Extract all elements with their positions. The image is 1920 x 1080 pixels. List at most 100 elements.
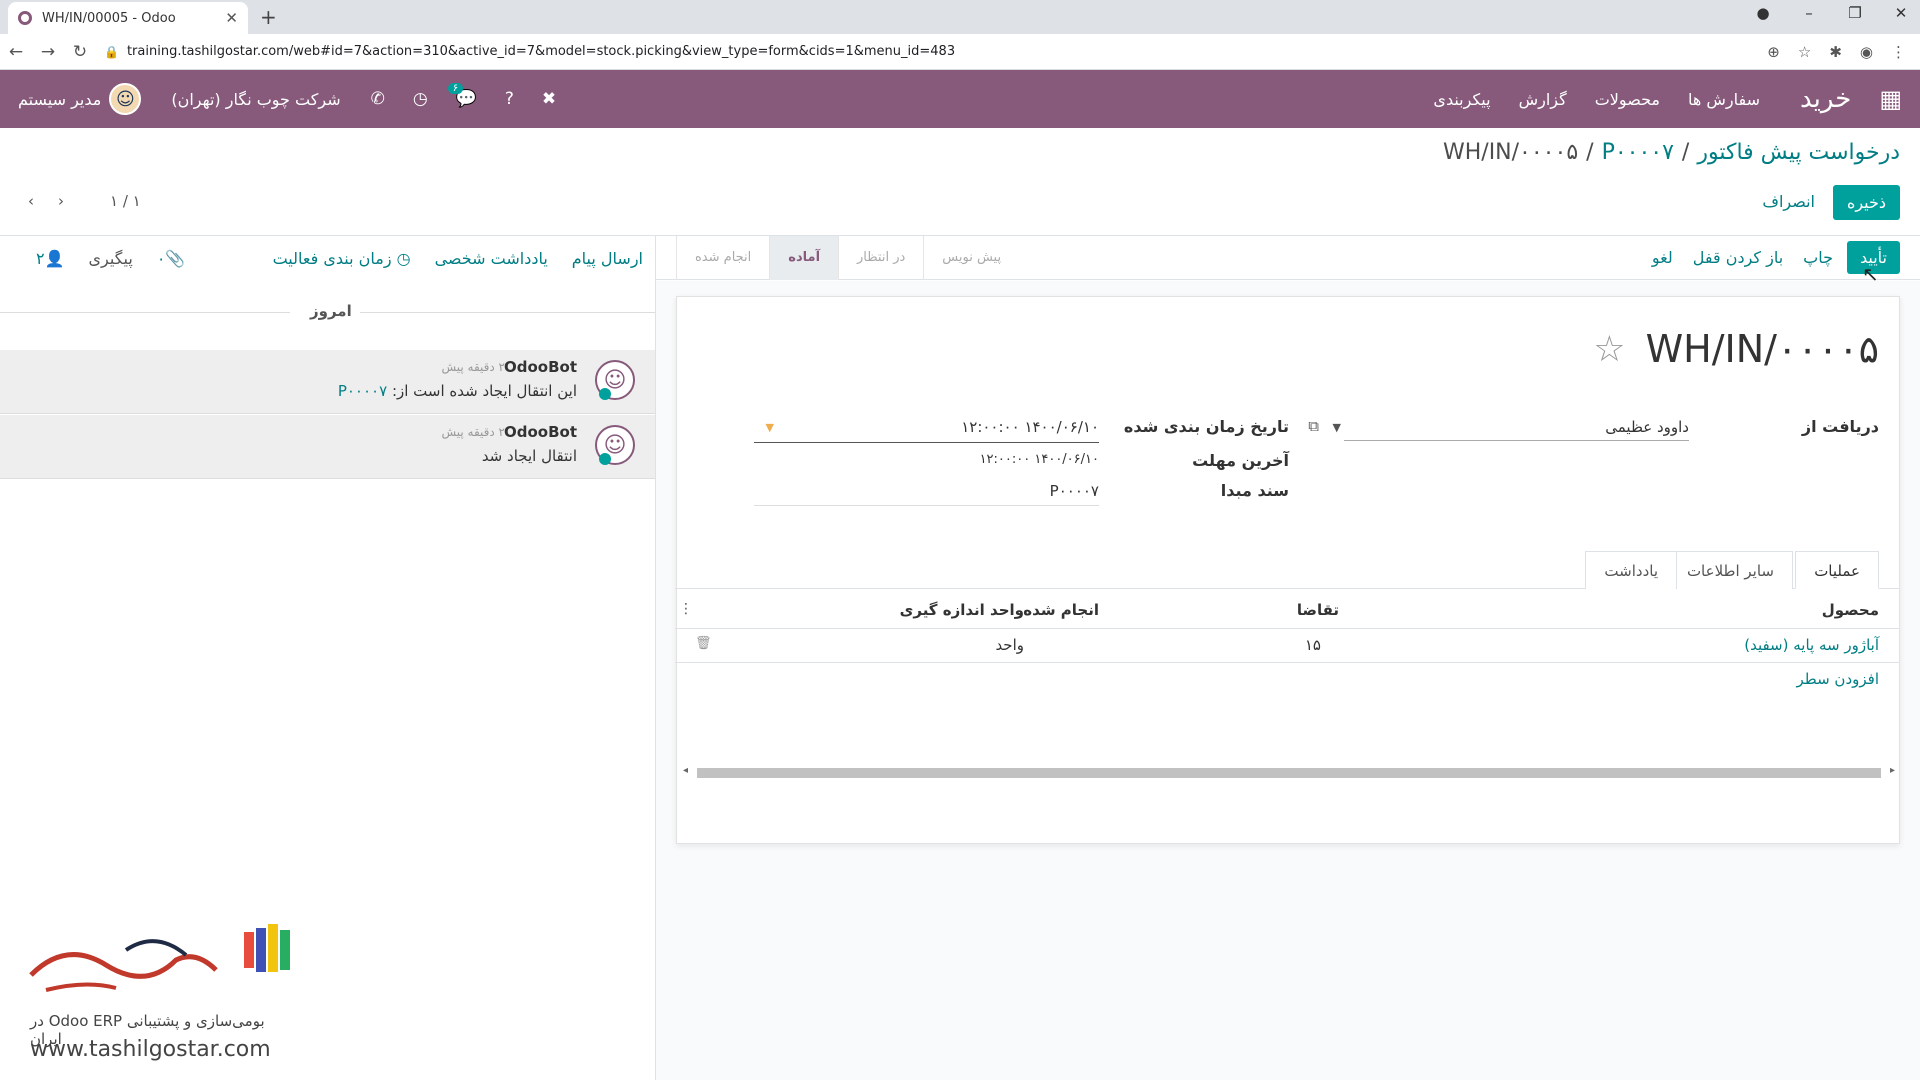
send-message-button[interactable]: ارسال پیام bbox=[572, 249, 643, 268]
restore-icon[interactable]: ❐ bbox=[1846, 4, 1864, 22]
save-button[interactable]: ذخیره bbox=[1832, 185, 1900, 220]
user-menu[interactable]: ☺ مدیر سیستم bbox=[18, 83, 142, 115]
column-options-icon[interactable]: ⋮ bbox=[679, 601, 693, 617]
horizontal-scrollbar[interactable]: ◂ ▸ bbox=[683, 765, 1895, 779]
schedule-activity-button[interactable]: ◷ زمان بندی فعالیت bbox=[273, 249, 411, 268]
url-field[interactable]: 🔒 training.tashilgostar.com/web#id=7&act… bbox=[104, 44, 1767, 59]
scheduled-date-dropdown-icon[interactable]: ▼ bbox=[766, 421, 774, 434]
discard-button[interactable]: انصراف bbox=[1762, 192, 1815, 211]
log-note-button[interactable]: یادداشت شخصی bbox=[435, 249, 548, 268]
phone-icon[interactable]: ✆ bbox=[371, 89, 385, 109]
menu-orders[interactable]: سفارش ها bbox=[1688, 90, 1760, 109]
browser-menu-icon[interactable]: ⋮ bbox=[1891, 43, 1906, 61]
user-name: مدیر سیستم bbox=[18, 89, 102, 109]
menu-products[interactable]: محصولات bbox=[1595, 90, 1660, 109]
account-icon[interactable]: ◉ bbox=[1860, 43, 1873, 61]
stage-draft[interactable]: پیش نویس bbox=[923, 235, 1019, 280]
browser-tab[interactable]: WH/IN/00005 - Odoo ✕ bbox=[8, 2, 248, 34]
cell-demand[interactable]: ۱۵ bbox=[1305, 636, 1321, 654]
table-row[interactable]: آباژور سه پایه (سفید) ۱۵ واحد 🗑 bbox=[675, 629, 1899, 663]
stage-done[interactable]: انجام شده bbox=[676, 235, 769, 280]
record-name: WH/IN/۰۰۰۰۵ bbox=[1645, 327, 1879, 371]
receive-from-dropdown-icon[interactable]: ▼ bbox=[1333, 421, 1341, 434]
cancel-button[interactable]: لغو bbox=[1652, 248, 1673, 267]
tools-icon[interactable]: ✖ bbox=[542, 89, 556, 109]
form-sheet: WH/IN/۰۰۰۰۵ ☆ دریافت از داوود عظیمی ▼ ⧉ … bbox=[675, 296, 1900, 844]
activity-clock-icon[interactable]: ◷ bbox=[413, 89, 428, 109]
message-author[interactable]: OdooBot bbox=[504, 358, 577, 376]
odoo-favicon-icon bbox=[18, 11, 32, 25]
breadcrumb-rfq[interactable]: درخواست پیش فاکتور bbox=[1697, 140, 1900, 165]
stage-ready[interactable]: آماده bbox=[769, 235, 839, 280]
pager-prev-icon[interactable]: ‹ bbox=[28, 192, 34, 210]
new-tab-icon[interactable]: + bbox=[260, 5, 277, 29]
form-statusbar: تأیید چاپ باز کردن قفل لغو پیش نویس در ا… bbox=[656, 235, 1920, 280]
window-controls: ● – ❐ ✕ bbox=[1754, 4, 1910, 22]
close-tab-icon[interactable]: ✕ bbox=[225, 9, 238, 27]
online-status-icon bbox=[599, 453, 611, 465]
scroll-right-icon[interactable]: ▸ bbox=[1890, 765, 1895, 776]
minimize-icon[interactable]: – bbox=[1800, 4, 1818, 22]
tab-operations[interactable]: عملیات bbox=[1795, 551, 1879, 589]
source-doc-label: سند مبدا bbox=[1220, 481, 1289, 500]
paperclip-icon: 📎 bbox=[165, 248, 186, 268]
watermark-url: www.tashilgostar.com bbox=[30, 1037, 271, 1062]
source-doc-field[interactable]: P۰۰۰۰۷ bbox=[1050, 482, 1099, 500]
col-product[interactable]: محصول bbox=[1822, 601, 1879, 619]
trash-icon[interactable]: 🗑 bbox=[695, 636, 712, 651]
help-icon[interactable]: ? bbox=[505, 89, 514, 109]
apps-grid-icon[interactable]: ▦ bbox=[1879, 85, 1902, 113]
cell-product[interactable]: آباژور سه پایه (سفید) bbox=[1744, 636, 1879, 654]
profile-menu-icon[interactable]: ● bbox=[1754, 4, 1772, 22]
unlock-button[interactable]: باز کردن قفل bbox=[1693, 248, 1783, 267]
online-status-icon bbox=[599, 388, 611, 400]
message-link-po[interactable]: P۰۰۰۰۷ bbox=[338, 382, 387, 400]
tashilgostar-logo bbox=[29, 924, 290, 992]
reload-icon[interactable]: ↻ bbox=[64, 42, 96, 62]
breadcrumb-current: WH/IN/۰۰۰۰۵ bbox=[1442, 140, 1579, 165]
forward-icon[interactable]: → bbox=[32, 42, 64, 62]
extensions-icon[interactable]: ✱ bbox=[1829, 43, 1842, 61]
pager-value[interactable]: ۱ / ۱ bbox=[110, 192, 141, 210]
menu-reporting[interactable]: گزارش bbox=[1519, 90, 1567, 109]
print-button[interactable]: چاپ bbox=[1803, 248, 1833, 267]
external-link-icon[interactable]: ⧉ bbox=[1308, 417, 1319, 435]
tab-other-info[interactable]: سایر اطلاعات bbox=[1667, 551, 1793, 589]
cell-uom[interactable]: واحد bbox=[995, 636, 1024, 654]
receive-from-field[interactable]: داوود عظیمی bbox=[1605, 418, 1689, 436]
message-author[interactable]: OdooBot bbox=[504, 423, 577, 441]
col-demand[interactable]: تقاضا bbox=[1297, 601, 1339, 619]
back-icon[interactable]: ← bbox=[0, 42, 32, 62]
pager-next-icon[interactable]: › bbox=[58, 192, 64, 210]
receive-from-label: دریافت از bbox=[1801, 417, 1879, 436]
zoom-icon[interactable]: ⊕ bbox=[1767, 43, 1780, 61]
messages-icon[interactable]: 💬 ۶ bbox=[447, 83, 477, 109]
star-icon[interactable]: ☆ bbox=[1593, 329, 1625, 370]
chatter-message: ☺ OdooBot ۲ دقیقه پیش این انتقال ایجاد ش… bbox=[0, 350, 655, 414]
followers-button[interactable]: 👤۲ bbox=[36, 249, 65, 268]
tashilgostar-watermark: بومی‌سازی و پشتیبانی Odoo ERP در ایران w… bbox=[26, 920, 296, 1070]
company-switcher[interactable]: شرکت چوب نگار (تهران) bbox=[171, 90, 340, 109]
table-header: محصول تقاضا انجام شده واحد اندازه گیری ⋮ bbox=[675, 593, 1899, 629]
deadline-label: آخرین مهلت bbox=[1192, 451, 1289, 470]
stage-waiting[interactable]: در انتظار bbox=[838, 235, 923, 280]
scroll-left-icon[interactable]: ◂ bbox=[683, 765, 688, 776]
menu-configuration[interactable]: پیکربندی bbox=[1433, 90, 1490, 109]
address-bar-icons: ⊕ ☆ ✱ ◉ ⋮ bbox=[1767, 43, 1906, 61]
close-window-icon[interactable]: ✕ bbox=[1892, 4, 1910, 22]
breadcrumb-po[interactable]: P۰۰۰۰۷ bbox=[1602, 140, 1674, 165]
message-time: ۲ دقیقه پیش bbox=[441, 360, 505, 374]
add-line-button[interactable]: افزودن سطر bbox=[1797, 670, 1879, 688]
col-done[interactable]: انجام شده bbox=[1023, 601, 1099, 619]
col-uom[interactable]: واحد اندازه گیری bbox=[900, 601, 1024, 619]
bookmark-star-icon[interactable]: ☆ bbox=[1798, 43, 1811, 61]
lock-icon: 🔒 bbox=[104, 44, 119, 59]
app-name[interactable]: خرید bbox=[1800, 84, 1851, 114]
attachments-button[interactable]: 📎۰ bbox=[157, 249, 186, 268]
scrollbar-thumb[interactable] bbox=[697, 768, 1881, 778]
scheduled-date-field[interactable]: ۱۴۰۰/۰۶/۱۰ ۱۲:۰۰:۰۰ bbox=[961, 418, 1099, 436]
chatter-topbar: ارسال پیام یادداشت شخصی ◷ زمان بندی فعال… bbox=[0, 236, 655, 280]
breadcrumb: درخواست پیش فاکتور / P۰۰۰۰۷ / WH/IN/۰۰۰۰… bbox=[1442, 140, 1900, 165]
tab-note[interactable]: یادداشت bbox=[1585, 551, 1677, 589]
follow-button[interactable]: پیگیری bbox=[89, 249, 133, 268]
